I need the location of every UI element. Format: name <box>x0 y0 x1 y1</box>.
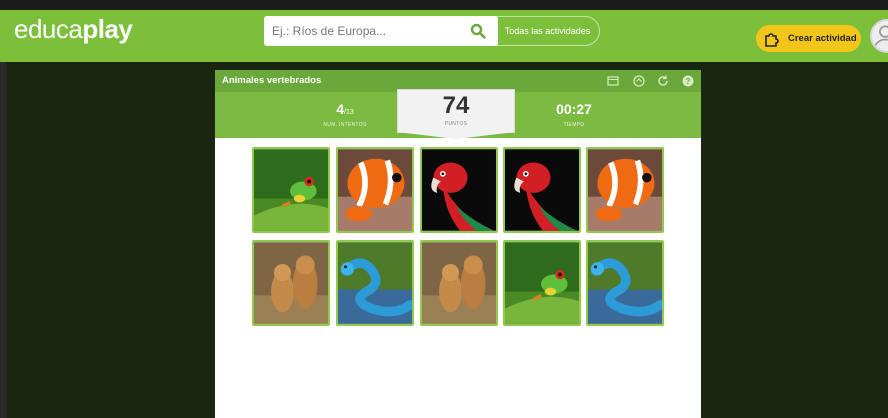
left-edge <box>0 62 7 418</box>
parrot-image <box>505 149 579 231</box>
help-icon[interactable]: ? <box>681 74 695 88</box>
lions-image <box>422 242 496 324</box>
snake-image <box>338 242 412 324</box>
time-value: 00:27 <box>556 101 592 117</box>
parrot-image <box>422 149 496 231</box>
svg-text:?: ? <box>686 77 691 86</box>
points-label: PUNTOS <box>444 121 468 127</box>
game-title: Animales vertebrados <box>222 75 322 86</box>
clownfish-image <box>588 149 662 231</box>
puzzle-icon <box>765 33 779 47</box>
browser-strip <box>0 0 888 10</box>
share-icon[interactable] <box>632 74 646 88</box>
points-value: 74 <box>442 92 470 119</box>
snake-image <box>588 242 662 324</box>
attempts-value: 4/13 <box>336 101 354 117</box>
memory-card-frog[interactable] <box>252 147 330 233</box>
search-input[interactable] <box>264 16 470 46</box>
memory-card-snake[interactable] <box>336 240 414 326</box>
user-icon <box>873 25 888 50</box>
memory-card-clownfish[interactable] <box>586 147 664 233</box>
memory-card-clownfish[interactable] <box>336 147 414 233</box>
memory-card-parrot[interactable] <box>420 147 498 233</box>
memory-card-parrot[interactable] <box>503 147 581 233</box>
time-label: TIEMPO <box>563 122 585 128</box>
memory-card-lions[interactable] <box>420 240 498 326</box>
frog-image <box>505 242 579 324</box>
search-icon[interactable] <box>470 23 486 39</box>
clownfish-image <box>338 149 412 231</box>
all-activities-button[interactable]: Todas las actividades <box>496 16 600 46</box>
memory-card-lions[interactable] <box>252 240 330 326</box>
points-pointer <box>397 132 515 139</box>
lions-image <box>254 242 328 324</box>
memory-card-frog[interactable] <box>503 240 581 326</box>
educaplay-logo[interactable]: educaplay <box>14 14 133 45</box>
fullscreen-icon[interactable] <box>606 74 620 88</box>
memory-card-snake[interactable] <box>586 240 664 326</box>
frog-image <box>254 149 328 231</box>
search-box <box>264 16 498 46</box>
attempts-label: NUM. INTENTOS <box>323 122 367 128</box>
restart-icon[interactable] <box>656 74 670 88</box>
